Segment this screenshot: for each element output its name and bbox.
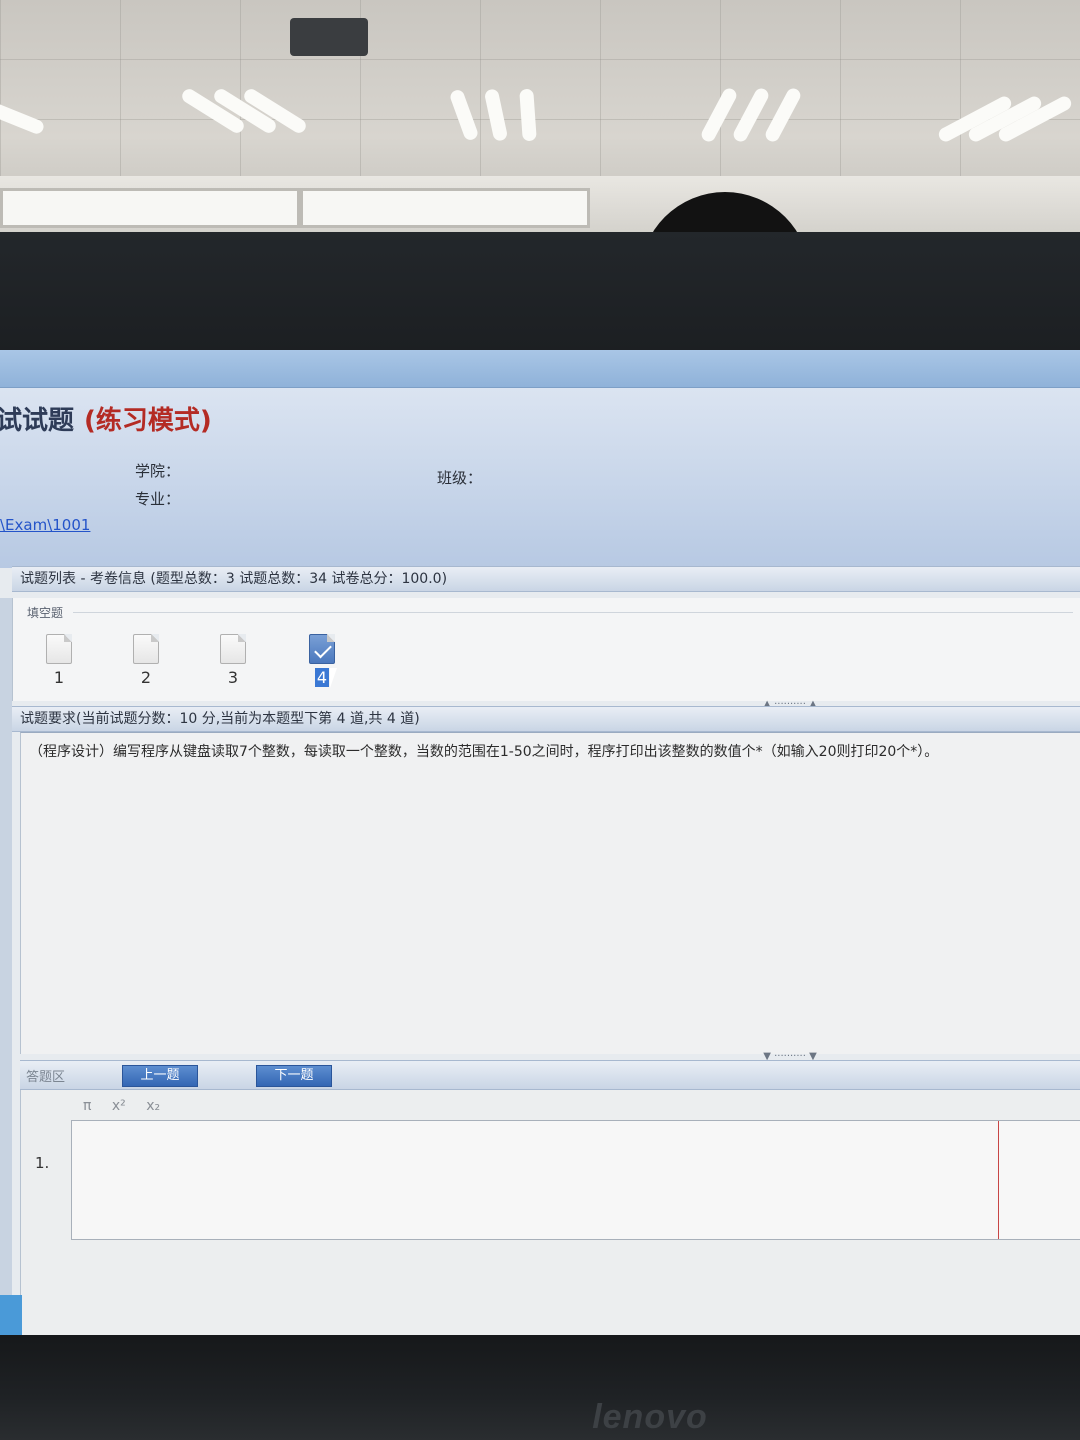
- document-icon: [46, 634, 72, 664]
- question-requirement-header: 试题要求(当前试题分数：10 分,当前为本题型下第 4 道,共 4 道): [12, 706, 1080, 732]
- editor-toolbar: π x² x₂: [83, 1098, 176, 1114]
- exam-header: 试试题 (练习模式) 学院： 专业： 班级：: [0, 388, 1080, 568]
- answer-area-label: 答题区: [26, 1070, 66, 1085]
- class-label: 班级：: [437, 469, 483, 487]
- college-label: 学院：: [135, 462, 181, 480]
- exam-title-text: 试试题: [0, 406, 75, 436]
- question-type-label: 填空题: [27, 606, 64, 620]
- question-type-divider: [73, 612, 1073, 613]
- mouse-cursor-icon: [330, 668, 344, 688]
- wall-window: [300, 188, 590, 228]
- answer-toolbar: 答题区 上一题 下一题: [20, 1060, 1080, 1090]
- question-number: 2: [140, 668, 152, 687]
- question-item-3[interactable]: 3: [213, 634, 253, 696]
- question-item-1[interactable]: 1: [39, 634, 79, 696]
- taskbar-corner: [0, 1295, 22, 1335]
- monitor-brand-logo: lenovo: [592, 1398, 708, 1436]
- question-list: 填空题 1 2 3 4: [12, 598, 1080, 701]
- question-content-area: （程序设计）编写程序从键盘读取7个整数，每读取一个整数，当数的范围在1-50之间…: [20, 732, 1080, 1054]
- left-panel-edge: [0, 598, 12, 1335]
- exam-title: 试试题 (练习模式): [0, 400, 212, 437]
- pi-symbol-button[interactable]: π: [83, 1098, 91, 1114]
- subscript-button[interactable]: x₂: [146, 1098, 160, 1114]
- exam-screen: 试试题 (练习模式) 学院： 专业： 班级： \Exam\1001 试题列表 - …: [0, 350, 1080, 1335]
- blank-number: 1.: [35, 1154, 50, 1172]
- answer-input-field[interactable]: [71, 1120, 1080, 1240]
- classroom-ceiling: [0, 0, 1080, 250]
- answer-area: π x² x₂ 1.: [20, 1090, 1080, 1335]
- exam-path-link[interactable]: \Exam\1001: [0, 516, 90, 534]
- prev-question-button[interactable]: 上一题: [122, 1065, 198, 1087]
- document-icon: [220, 634, 246, 664]
- question-text: （程序设计）编写程序从键盘读取7个整数，每读取一个整数，当数的范围在1-50之间…: [29, 744, 939, 760]
- window-titlebar: [0, 350, 1080, 388]
- question-number: 1: [53, 668, 65, 687]
- text-caret: [998, 1121, 999, 1239]
- document-checked-icon: [309, 634, 335, 664]
- question-number: 3: [227, 668, 239, 687]
- question-list-header: 试题列表 - 考卷信息 (题型总数：3 试题总数：34 试卷总分：100.0): [12, 566, 1080, 592]
- major-label: 专业：: [135, 490, 181, 508]
- superscript-button[interactable]: x²: [112, 1098, 126, 1114]
- question-number: 4: [315, 668, 329, 687]
- wall-window: [0, 188, 300, 228]
- ceiling-projector: [290, 18, 368, 56]
- exam-mode-label: (练习模式): [84, 406, 212, 436]
- question-item-2[interactable]: 2: [126, 634, 166, 696]
- document-icon: [133, 634, 159, 664]
- monitor-bezel-top: [0, 232, 1080, 352]
- next-question-button[interactable]: 下一题: [256, 1065, 332, 1087]
